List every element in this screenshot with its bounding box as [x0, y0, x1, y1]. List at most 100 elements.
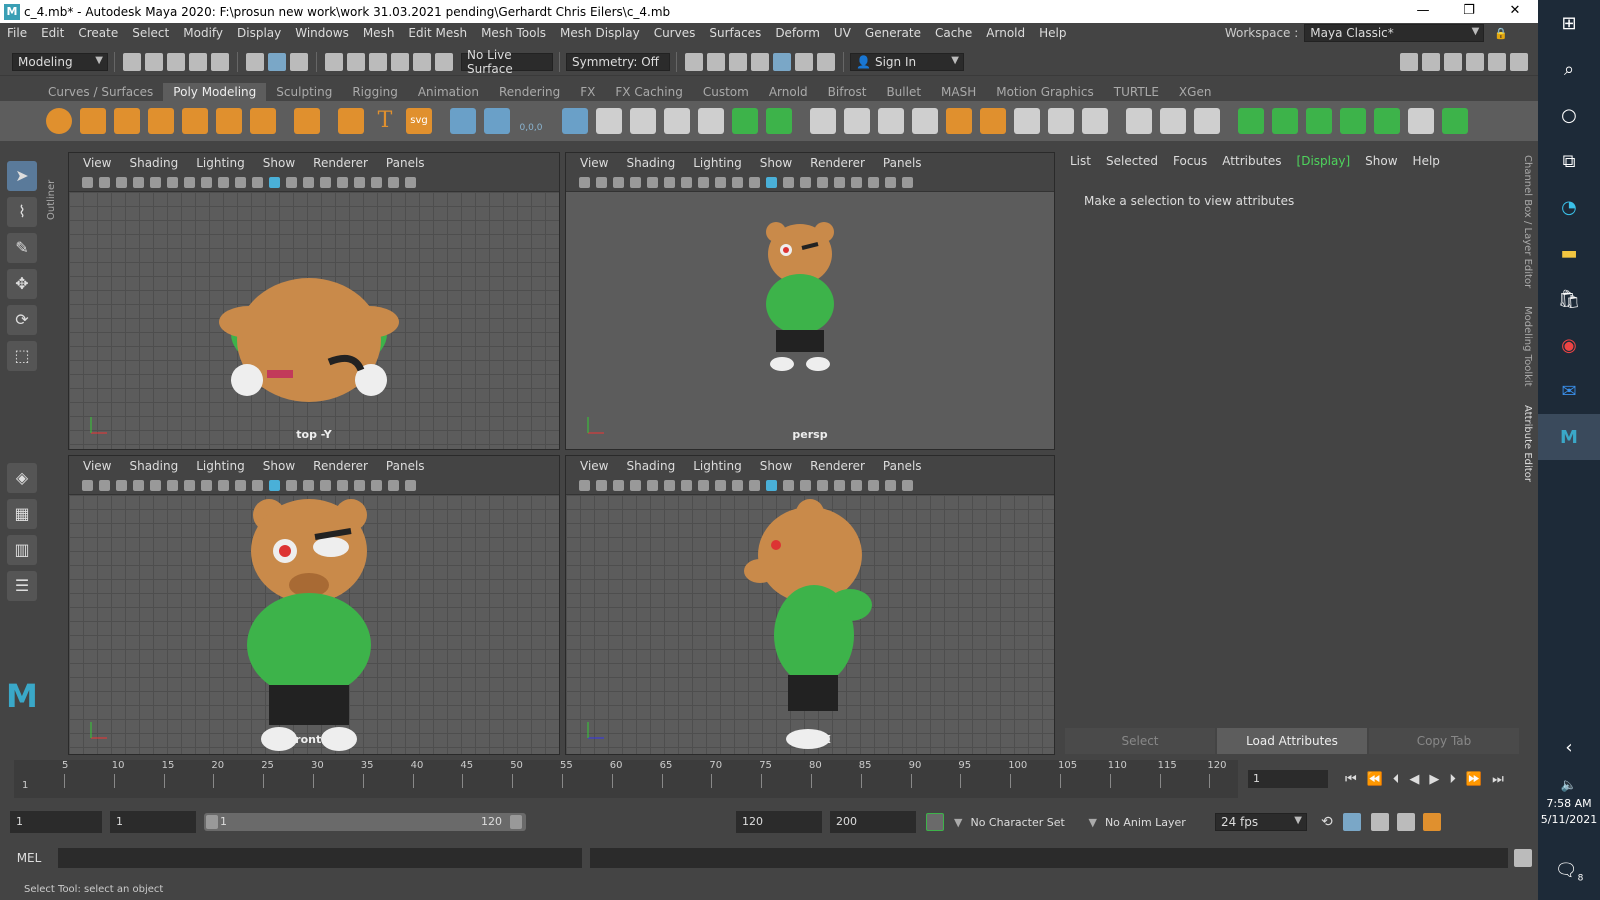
- hypershade-icon[interactable]: [773, 52, 791, 71]
- xray-icon[interactable]: [902, 176, 913, 188]
- gate-mask-icon[interactable]: [201, 479, 212, 491]
- animation-preferences-icon[interactable]: [1396, 813, 1415, 831]
- safe-action-icon[interactable]: [732, 479, 743, 491]
- ae-menu-display[interactable]: [Display]: [1297, 154, 1351, 168]
- modeling-toolkit-icon[interactable]: [1400, 52, 1418, 71]
- resolution-gate-icon[interactable]: [681, 479, 692, 491]
- mirror-icon[interactable]: [630, 108, 656, 134]
- isolate-select-icon[interactable]: [388, 176, 399, 188]
- textured-icon[interactable]: [800, 176, 811, 188]
- shelf-tab-curves-surfaces[interactable]: Curves / Surfaces: [38, 83, 163, 101]
- grid-icon[interactable]: [647, 176, 658, 188]
- menu-display[interactable]: Display: [230, 26, 288, 40]
- menu-arnold[interactable]: Arnold: [979, 26, 1032, 40]
- image-plane-icon[interactable]: [630, 479, 641, 491]
- menu-file[interactable]: File: [0, 26, 34, 40]
- wireframe-icon[interactable]: [749, 479, 760, 491]
- select-tool-icon[interactable]: ➤: [7, 161, 37, 191]
- menu-surfaces[interactable]: Surfaces: [702, 26, 768, 40]
- mel-input[interactable]: [58, 848, 582, 868]
- symmetry-dropdown[interactable]: Symmetry: Off: [566, 52, 670, 71]
- spherical-mapping-icon[interactable]: [1340, 108, 1366, 134]
- lights-icon[interactable]: [817, 176, 828, 188]
- panel-menu-lighting[interactable]: Lighting: [693, 156, 742, 170]
- wedge-icon[interactable]: [1048, 108, 1074, 134]
- shelf-tab-bifrost[interactable]: Bifrost: [818, 83, 877, 101]
- auto-key-icon[interactable]: [926, 813, 944, 831]
- copy-tab-button[interactable]: Copy Tab: [1369, 728, 1519, 754]
- range-slider[interactable]: 1 120: [204, 813, 526, 831]
- bridge-icon[interactable]: [844, 108, 870, 134]
- sound-icon[interactable]: [1370, 813, 1389, 831]
- chevron-down-icon[interactable]: ▼: [1088, 816, 1096, 829]
- character-icon[interactable]: [1422, 813, 1441, 831]
- safe-action-icon[interactable]: [732, 176, 743, 188]
- camera-attributes-icon[interactable]: [596, 176, 607, 188]
- channel-box-tab[interactable]: Channel Box / Layer Editor: [1522, 155, 1533, 288]
- shadows-icon[interactable]: [834, 479, 845, 491]
- textured-icon[interactable]: [800, 479, 811, 491]
- step-back-key-icon[interactable]: ⏪: [1367, 772, 1383, 787]
- menu-modify[interactable]: Modify: [176, 26, 230, 40]
- shelf-tab-motion-graphics[interactable]: Motion Graphics: [986, 83, 1104, 101]
- sign-in-dropdown[interactable]: 👤 Sign In ▼: [850, 52, 964, 71]
- panel-menu-panels[interactable]: Panels: [386, 459, 425, 473]
- poly-torus-icon[interactable]: [182, 108, 208, 134]
- gate-mask-icon[interactable]: [698, 176, 709, 188]
- panel-menu-panels[interactable]: Panels: [386, 156, 425, 170]
- menu-select[interactable]: Select: [125, 26, 176, 40]
- new-scene-icon[interactable]: [123, 52, 141, 71]
- field-chart-icon[interactable]: [715, 479, 726, 491]
- ambient-occlusion-icon[interactable]: [354, 479, 365, 491]
- poly-cube-icon[interactable]: [80, 108, 106, 134]
- step-forward-key-icon[interactable]: ⏩: [1466, 772, 1482, 787]
- menu-cache[interactable]: Cache: [928, 26, 979, 40]
- menu-uv[interactable]: UV: [827, 26, 858, 40]
- panel-menu-lighting[interactable]: Lighting: [693, 459, 742, 473]
- default-material-icon[interactable]: [783, 176, 794, 188]
- outliner-tab[interactable]: Outliner: [46, 160, 60, 220]
- shelf-tab-turtle[interactable]: TURTLE: [1104, 83, 1169, 101]
- viewport-persp[interactable]: View Shading Lighting Show Renderer Pane…: [565, 152, 1055, 450]
- menu-mesh-display[interactable]: Mesh Display: [553, 26, 647, 40]
- grid-icon[interactable]: [150, 479, 161, 491]
- smooth-shade-icon[interactable]: [269, 479, 280, 491]
- render-view-icon[interactable]: [685, 52, 703, 71]
- search-icon[interactable]: ⌕: [1538, 46, 1600, 92]
- menu-edit[interactable]: Edit: [34, 26, 71, 40]
- panel-menu-view[interactable]: View: [580, 459, 608, 473]
- combine-icon[interactable]: [450, 108, 476, 134]
- menu-mesh-tools[interactable]: Mesh Tools: [474, 26, 553, 40]
- film-gate-icon[interactable]: [664, 479, 675, 491]
- ae-menu-list[interactable]: List: [1070, 154, 1091, 168]
- cortana-icon[interactable]: ○: [1538, 92, 1600, 138]
- panel-menu-panels[interactable]: Panels: [883, 156, 922, 170]
- poly-disc-icon[interactable]: [250, 108, 276, 134]
- type-icon[interactable]: T: [372, 108, 398, 134]
- camera-attributes-icon[interactable]: [99, 479, 110, 491]
- menu-mesh[interactable]: Mesh: [356, 26, 402, 40]
- connect-icon[interactable]: [1194, 108, 1220, 134]
- panel-menu-panels[interactable]: Panels: [883, 459, 922, 473]
- snap-point-icon[interactable]: [369, 52, 387, 71]
- shadows-icon[interactable]: [834, 176, 845, 188]
- film-gate-icon[interactable]: [167, 176, 178, 188]
- film-gate-icon[interactable]: [167, 479, 178, 491]
- snap-surface-icon[interactable]: [413, 52, 431, 71]
- shelf-tab-rigging[interactable]: Rigging: [342, 83, 407, 101]
- store-icon[interactable]: 🛍: [1538, 276, 1600, 322]
- panel-menu-show[interactable]: Show: [263, 459, 295, 473]
- fill-hole-icon[interactable]: [912, 108, 938, 134]
- camera-based-mapping-icon[interactable]: [1374, 108, 1400, 134]
- select-component-icon[interactable]: [290, 52, 308, 71]
- extract-icon[interactable]: [596, 108, 622, 134]
- gate-mask-icon[interactable]: [698, 479, 709, 491]
- bear-model-front-view[interactable]: [69, 495, 560, 755]
- channel-box-icon[interactable]: [1444, 52, 1462, 71]
- render-settings-icon[interactable]: [751, 52, 769, 71]
- poly-sphere-icon[interactable]: [46, 108, 72, 134]
- ae-menu-attributes[interactable]: Attributes: [1222, 154, 1281, 168]
- playback-end-field[interactable]: 120: [736, 811, 822, 833]
- panel-menu-renderer[interactable]: Renderer: [810, 156, 865, 170]
- scale-tool-icon[interactable]: ⬚: [7, 341, 37, 371]
